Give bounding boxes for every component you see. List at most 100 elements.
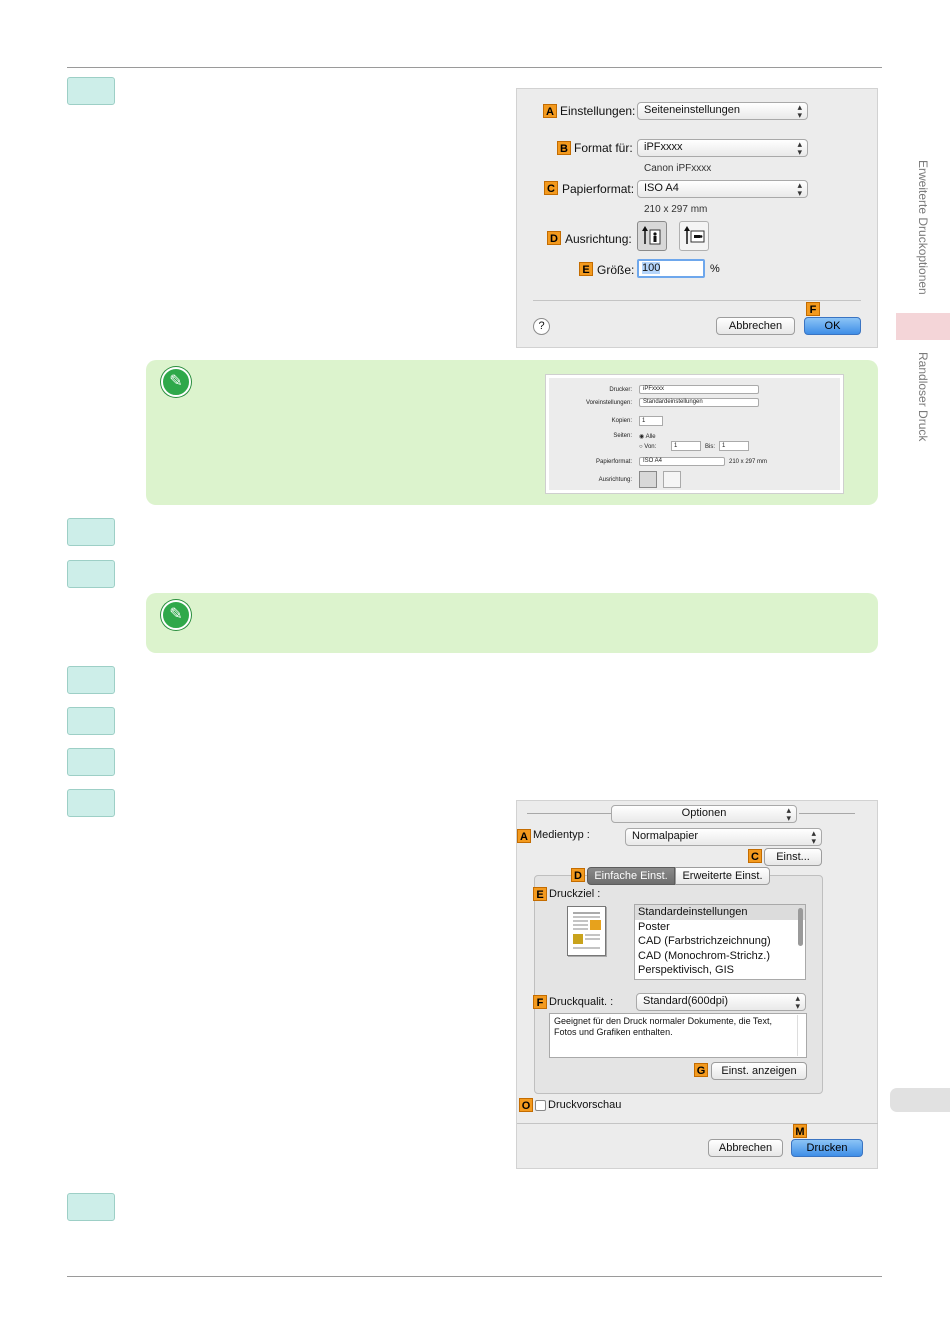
step-box [67,707,115,735]
side-tab-randloser-druck[interactable]: Randloser Druck [916,352,930,441]
einstellungen-label: Einstellungen: [560,104,636,118]
callout-badge-f: F [533,995,547,1009]
step-box [67,666,115,694]
top-rule [67,67,882,68]
callout-badge-f: F [806,302,820,316]
mini-drucker-popup: iPFxxxx [639,385,759,394]
mini-papierformat-subtext: 210 x 297 mm [729,459,768,465]
side-tab-erweiterte-druckoptionen[interactable]: Erweiterte Druckoptionen [916,160,930,295]
callout-badge-c: C [544,181,558,195]
druckqualitaet-popup[interactable]: Standard(600dpi) ▴ ▾ [636,993,806,1011]
callout-badge-e: E [579,262,593,276]
einst-button[interactable]: Einst... [764,848,822,866]
mini-von-label: Von: [644,444,657,450]
page-setup-dialog: A Einstellungen: Seiteneinstellungen ▴ ▾ … [516,88,878,348]
landscape-orientation-icon [684,226,705,244]
mini-bis-value: 1 [722,443,726,449]
document-preview-icon [567,906,606,956]
drucken-button[interactable]: Drucken [791,1139,863,1157]
druckziel-label: Druckziel : [549,888,601,900]
separator [533,300,861,301]
einstellungen-popup[interactable]: Seiteneinstellungen ▴ ▾ [637,102,808,120]
druckziel-item[interactable]: Perspektivisch, GIS [635,963,805,978]
mini-drucker-value: iPFxxxx [643,386,664,392]
percent-label: % [710,263,720,275]
mini-voreinstellungen-label: Voreinstellungen: [585,400,632,406]
medientyp-value: Normalpapier [632,830,699,842]
callout-badge-c: C [748,849,762,863]
print-options-dialog: Optionen ▴ ▾ A Medientyp : Normalpapier ▴… [516,800,878,1169]
druckziel-item[interactable]: CAD (Monochrom-Strichz.) [635,949,805,964]
abbrechen-button[interactable]: Abbrechen [716,317,795,335]
druckziel-item[interactable]: Poster [635,920,805,935]
format-value: iPFxxxx [644,141,683,153]
abbrechen-button[interactable]: Abbrechen [708,1139,783,1157]
description-scrollbar[interactable] [797,1015,805,1056]
medientyp-popup[interactable]: Normalpapier ▴ ▾ [625,828,822,846]
groesse-input[interactable]: 100 [637,259,705,278]
papierformat-subtext: 210 x 297 mm [644,204,708,215]
callout-badge-a: A [543,104,557,118]
callout-badge-d: D [571,868,585,882]
mini-papierformat-value: ISO A4 [643,458,663,464]
orientation-portrait-button[interactable] [637,221,667,251]
optionen-value: Optionen [681,807,727,819]
note-box: ✎ [146,593,878,653]
description-box: Geeignet für den Druck normaler Dokument… [549,1013,807,1058]
druckqualitaet-label: Druckqualit. : [549,996,614,1008]
druckvorschau-label: Druckvorschau [548,1099,622,1111]
updown-arrows-icon: ▴ ▾ [797,139,802,157]
groesse-value: 100 [642,262,661,274]
step-box [67,77,115,105]
note-box: ✎ Drucker: iPFxxxx Voreinstellungen: Sta… [146,360,878,505]
papierformat-label: Papierformat: [562,182,635,196]
druckziel-list[interactable]: Standardeinstellungen Poster CAD (Farbst… [634,904,806,980]
tab-einfache-einst[interactable]: Einfache Einst. [587,867,675,885]
einstellungen-value: Seiteneinstellungen [644,104,741,116]
mini-alle-radio: ◉ Alle [639,434,656,440]
mini-von-radio: ○ Von: [639,444,657,450]
callout-badge-e: E [533,887,547,901]
ok-button[interactable]: OK [804,317,861,335]
ausrichtung-label: Ausrichtung: [565,232,632,246]
format-popup[interactable]: iPFxxxx ▴ ▾ [637,139,808,157]
updown-arrows-icon: ▴ ▾ [795,993,800,1011]
mini-papierformat-popup: ISO A4 [639,457,725,466]
format-subtext: Canon iPFxxxx [644,163,712,174]
mini-kopien-field: 1 [639,416,663,426]
tab-erweiterte-einst[interactable]: Erweiterte Einst. [675,867,770,885]
updown-arrows-icon: ▴ ▾ [797,180,802,198]
mini-alle-label: Alle [645,434,656,440]
papierformat-value: ISO A4 [644,182,679,194]
step-box [67,1193,115,1221]
callout-badge-d: D [547,231,561,245]
help-button[interactable]: ? [533,318,550,335]
step-box [67,748,115,776]
callout-badge-m: M [793,1124,807,1138]
mini-landscape-icon [663,471,681,488]
papierformat-popup[interactable]: ISO A4 ▴ ▾ [637,180,808,198]
mini-bis-field: 1 [719,441,749,451]
druckziel-item[interactable]: Standardeinstellungen [635,905,805,920]
mini-portrait-icon [639,471,657,488]
druckvorschau-checkbox[interactable] [535,1100,546,1111]
mini-von-value: 1 [674,443,678,449]
optionen-popup[interactable]: Optionen ▴ ▾ [611,805,797,823]
note-pencil-icon: ✎ [161,367,191,397]
step-box [67,789,115,817]
document-thumbnail-icon [573,912,601,949]
separator [799,813,855,814]
side-tab-chapter-marker [890,1088,950,1112]
medientyp-label: Medientyp : [533,829,590,841]
mini-bis-label: Bis: [705,444,716,450]
list-scrollbar[interactable] [798,908,803,946]
mini-kopien-value: 1 [642,418,646,424]
callout-badge-g: G [694,1063,708,1077]
step-box [67,518,115,546]
mini-voreinstellungen-popup: Standardeinstellungen [639,398,759,407]
description-text: Geeignet für den Druck normaler Dokument… [554,1016,772,1037]
orientation-landscape-button[interactable] [679,221,709,251]
bottom-rule [67,1276,882,1277]
einst-anzeigen-button[interactable]: Einst. anzeigen [711,1062,807,1080]
druckziel-item[interactable]: CAD (Farbstrichzeichnung) [635,934,805,949]
